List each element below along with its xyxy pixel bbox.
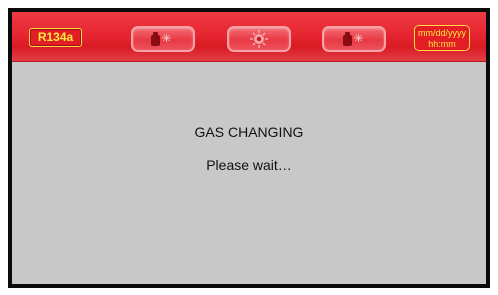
- tank-left-button[interactable]: [131, 26, 195, 52]
- recovery-cycle-button[interactable]: [227, 26, 291, 52]
- datetime-display: mm/dd/yyyy hh:mm: [414, 25, 470, 51]
- recovery-cycle-icon: [250, 30, 268, 48]
- display-screen: R134a mm/dd/yyyy hh:mm GAS CHANGING Plea…: [12, 12, 486, 284]
- gas-tank-left-icon: [151, 32, 171, 46]
- header-bar: R134a mm/dd/yyyy hh:mm: [12, 12, 486, 62]
- status-title: GAS CHANGING: [194, 124, 304, 140]
- gas-type-label: R134a: [29, 28, 82, 47]
- gas-tank-right-icon: [343, 32, 363, 46]
- time-text: hh:mm: [428, 39, 456, 49]
- device-bezel: R134a mm/dd/yyyy hh:mm GAS CHANGING Plea…: [8, 8, 490, 288]
- date-text: mm/dd/yyyy: [417, 28, 466, 38]
- tank-right-button[interactable]: [322, 26, 386, 52]
- status-message: GAS CHANGING Please wait…: [12, 124, 486, 174]
- status-subtitle: Please wait…: [206, 157, 292, 173]
